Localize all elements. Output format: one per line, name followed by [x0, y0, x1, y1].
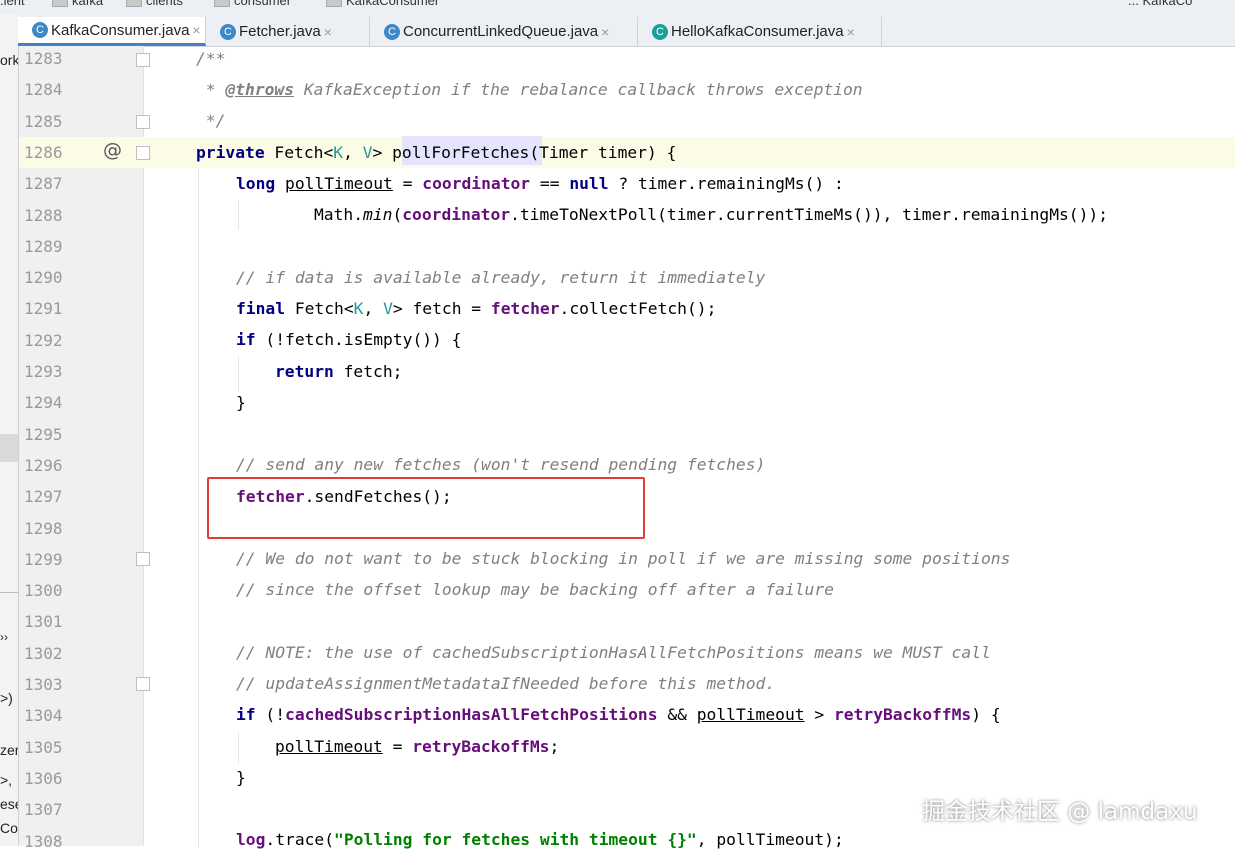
line-number[interactable]: 1284: [24, 80, 63, 99]
close-icon[interactable]: ×: [324, 24, 332, 40]
close-icon[interactable]: ×: [192, 22, 200, 38]
tab-fetcher[interactable]: C Fetcher.java ×: [206, 17, 370, 46]
panel-fragment: ork: [0, 52, 19, 68]
java-class-icon: C: [32, 22, 48, 38]
editor-tab-bar: C KafkaConsumer.java × C Fetcher.java × …: [18, 14, 1235, 47]
code-line-1299: // We do not want to be stuck blocking i…: [236, 549, 1011, 568]
code-line-1288: Math.min(coordinator.timeToNextPoll(time…: [314, 205, 1109, 224]
line-number[interactable]: 1301: [24, 612, 63, 631]
code-line-1284: * @throws KafkaException if the rebalanc…: [196, 80, 863, 99]
line-number[interactable]: 1289: [24, 237, 63, 256]
scroll-thumb[interactable]: [0, 434, 18, 462]
breadcrumb-item[interactable]: KafkaConsumer: [326, 0, 439, 8]
indent-guide: [238, 356, 239, 392]
line-number[interactable]: 1292: [24, 331, 63, 350]
class-icon: [326, 0, 342, 8]
project-tool-window[interactable]: ork ›› >) zer >, ese Co: [0, 14, 19, 846]
navigation-bar: .ient kafka clients consumer KafkaConsum…: [0, 0, 1235, 15]
code-line-1293: return fetch;: [275, 362, 403, 381]
indent-guide: [238, 732, 239, 764]
code-line-1296: // send any new fetches (won't resend pe…: [236, 455, 766, 474]
breadcrumb-item[interactable]: clients: [126, 0, 183, 8]
line-number[interactable]: 1291: [24, 299, 63, 318]
line-number[interactable]: 1290: [24, 268, 63, 287]
fold-icon[interactable]: [136, 677, 150, 691]
code-line-1286: private Fetch<K, V> pollForFetches(Timer…: [196, 143, 677, 162]
code-line-1302: // NOTE: the use of cachedSubscriptionHa…: [236, 643, 991, 662]
code-line-1304: if (!cachedSubscriptionHasAllFetchPositi…: [236, 705, 1001, 724]
line-number[interactable]: 1308: [24, 832, 63, 851]
fold-icon[interactable]: [136, 115, 150, 129]
panel-fragment: >,: [0, 772, 13, 788]
line-number[interactable]: 1303: [24, 675, 63, 694]
panel-fragment: Co: [0, 820, 18, 836]
indent-guide: [238, 200, 239, 230]
line-number[interactable]: 1305: [24, 738, 63, 757]
panel-fragment: ese: [0, 796, 18, 812]
breadcrumb-item[interactable]: consumer: [214, 0, 291, 8]
line-number[interactable]: 1306: [24, 769, 63, 788]
panel-fragment: >): [0, 690, 13, 706]
line-number[interactable]: 1298: [24, 519, 63, 538]
line-number[interactable]: 1302: [24, 644, 63, 663]
java-runnable-class-icon: C: [652, 23, 668, 40]
panel-fragment: ››: [0, 630, 8, 644]
folder-icon: [52, 0, 68, 8]
line-number[interactable]: 1299: [24, 550, 63, 569]
line-number[interactable]: 1293: [24, 362, 63, 381]
indent-guide: [198, 168, 199, 848]
line-number[interactable]: 1296: [24, 456, 63, 475]
line-number[interactable]: 1307: [24, 800, 63, 819]
close-icon[interactable]: ×: [847, 24, 855, 40]
java-class-icon: C: [220, 23, 236, 40]
fold-icon[interactable]: [136, 53, 150, 67]
code-line-1287: long pollTimeout = coordinator == null ?…: [236, 174, 844, 193]
close-icon[interactable]: ×: [601, 24, 609, 40]
divider: [0, 592, 18, 593]
line-number[interactable]: 1285: [24, 112, 63, 131]
breadcrumb-item[interactable]: .ient: [0, 0, 25, 8]
line-number[interactable]: 1300: [24, 581, 63, 600]
line-number[interactable]: 1286: [24, 143, 63, 162]
watermark: 掘金技术社区 @ lamdaxu: [922, 799, 1198, 825]
panel-fragment: zer: [0, 742, 19, 758]
tab-hellokafkaconsumer[interactable]: C HelloKafkaConsumer.java ×: [638, 17, 882, 46]
override-marker-icon[interactable]: @: [103, 139, 122, 161]
code-line-1300: // since the offset lookup may be backin…: [236, 580, 834, 599]
code-line-1294: }: [236, 393, 246, 412]
tab-kafkaconsumer[interactable]: C KafkaConsumer.java ×: [18, 17, 206, 46]
line-number[interactable]: 1283: [24, 49, 63, 68]
code-line-1305: pollTimeout = retryBackoffMs;: [275, 737, 560, 756]
folder-icon: [214, 0, 230, 8]
code-line-1308: log.trace("Polling for fetches with time…: [236, 830, 844, 849]
highlight-annotation-box: [207, 477, 645, 539]
code-line-1290: // if data is available already, return …: [236, 268, 766, 287]
line-number[interactable]: 1287: [24, 174, 63, 193]
code-line-1292: if (!fetch.isEmpty()) {: [236, 330, 462, 349]
tab-concurrentlinkedqueue[interactable]: C ConcurrentLinkedQueue.java ×: [370, 17, 638, 46]
code-line-1303: // updateAssignmentMetadataIfNeeded befo…: [236, 674, 776, 693]
line-number[interactable]: 1288: [24, 206, 63, 225]
run-config-selector[interactable]: ... KafkaCo: [1128, 0, 1192, 8]
fold-icon[interactable]: [136, 146, 150, 160]
java-class-icon: C: [384, 23, 400, 40]
line-number[interactable]: 1297: [24, 487, 63, 506]
fold-icon[interactable]: [136, 552, 150, 566]
code-line-1291: final Fetch<K, V> fetch = fetcher.collec…: [236, 299, 717, 318]
line-number[interactable]: 1295: [24, 425, 63, 444]
breadcrumb-item[interactable]: kafka: [52, 0, 103, 8]
line-number[interactable]: 1304: [24, 706, 63, 725]
code-line-1306: }: [236, 768, 246, 787]
code-line-1283: /**: [196, 49, 226, 68]
line-number[interactable]: 1294: [24, 393, 63, 412]
folder-icon: [126, 0, 142, 8]
code-line-1285: */: [196, 111, 226, 130]
